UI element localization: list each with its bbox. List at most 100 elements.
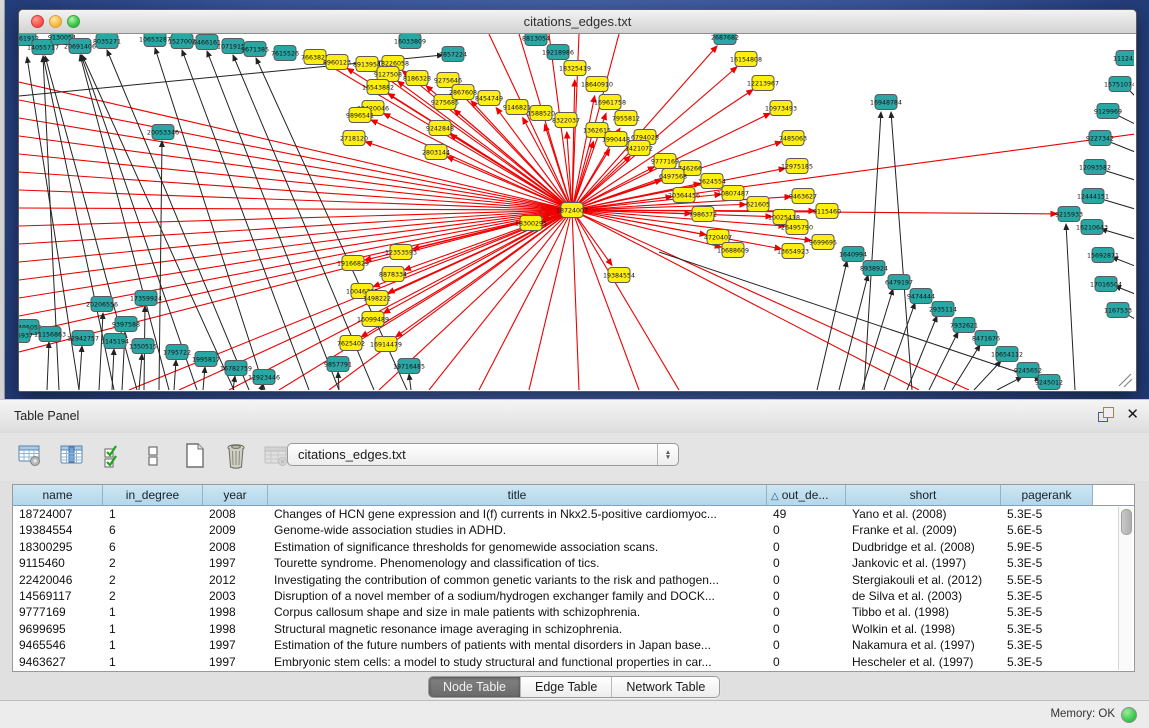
- graph-node[interactable]: 7625402: [337, 336, 365, 351]
- graph-node[interactable]: 10653287: [139, 34, 171, 47]
- graph-node[interactable]: 20691406: [64, 39, 96, 54]
- graph-node[interactable]: 2718120: [340, 131, 368, 146]
- graph-node[interactable]: 7932621: [950, 318, 978, 333]
- table-vertical-scrollbar[interactable]: [1118, 507, 1132, 670]
- graph-node[interactable]: 7857224: [439, 47, 467, 62]
- graph-node[interactable]: 8938924: [860, 261, 888, 276]
- column-header-pagerank[interactable]: pagerank: [1001, 485, 1093, 505]
- graph-node[interactable]: 15751074: [1104, 77, 1134, 92]
- graph-node[interactable]: 8186328: [403, 71, 431, 86]
- tab-edge-table[interactable]: Edge Table: [521, 677, 612, 697]
- graph-node[interactable]: 12942757: [67, 331, 99, 346]
- table-row[interactable]: 969969511998Structural magnetic resonanc…: [13, 621, 1134, 637]
- graph-node[interactable]: 12444151: [1077, 189, 1109, 204]
- graph-node[interactable]: 19218986: [542, 45, 574, 60]
- graph-node[interactable]: 8878334: [379, 267, 407, 282]
- graph-node[interactable]: 12353593: [385, 245, 417, 260]
- close-panel-icon[interactable]: ✕: [1126, 407, 1139, 423]
- column-header-out_degree[interactable]: △out_de...: [767, 485, 846, 505]
- graph-node[interactable]: 12923446: [248, 370, 280, 385]
- graph-node[interactable]: 2867608: [449, 85, 477, 100]
- graph-node[interactable]: 10807487: [717, 186, 749, 201]
- network-canvas[interactable]: 1661912140557179130054206914068035271106…: [19, 34, 1134, 390]
- graph-node[interactable]: 1990448: [602, 132, 630, 147]
- graph-node[interactable]: 11156863: [34, 327, 66, 342]
- table-selector-dropdown[interactable]: citations_edges.txt ▲▼: [287, 443, 679, 466]
- create-new-column-icon[interactable]: [180, 441, 210, 471]
- graph-node[interactable]: 8035271: [93, 34, 121, 49]
- graph-node[interactable]: 2687682: [711, 34, 739, 45]
- graph-node[interactable]: 15692871: [1087, 248, 1119, 263]
- table-row[interactable]: 1938455462009Genome-wide association stu…: [13, 522, 1134, 538]
- graph-node[interactable]: 9115460: [813, 204, 841, 219]
- graph-node[interactable]: 13654923: [777, 244, 809, 259]
- graph-node[interactable]: 621605: [746, 197, 770, 212]
- graph-node[interactable]: 16099489: [357, 312, 389, 327]
- table-row[interactable]: 911546021997Tourette syndrome. Phenomeno…: [13, 555, 1134, 571]
- graph-node[interactable]: 3624554: [698, 174, 726, 189]
- graph-node[interactable]: 16948784: [870, 95, 902, 110]
- graph-node[interactable]: 10973493: [765, 101, 797, 116]
- graph-node[interactable]: 8471676: [972, 331, 1000, 346]
- graph-node[interactable]: 7615526: [271, 46, 299, 61]
- graph-node[interactable]: 18724007: [556, 203, 588, 218]
- graph-node[interactable]: 8454749: [475, 91, 503, 106]
- graph-node[interactable]: 7986372: [689, 207, 717, 222]
- graph-node[interactable]: 1112431: [1113, 51, 1134, 66]
- graph-node[interactable]: 6479197: [885, 275, 913, 290]
- select-all-columns-icon[interactable]: [98, 441, 128, 471]
- graph-node[interactable]: 1421072: [625, 141, 653, 156]
- table-row[interactable]: 1872400712008Changes of HCN gene express…: [13, 506, 1134, 522]
- graph-node[interactable]: 9227342: [1086, 131, 1114, 146]
- graph-node[interactable]: 7485063: [779, 131, 807, 146]
- graph-node[interactable]: 9245652: [1014, 363, 1042, 378]
- graph-node[interactable]: 7955812: [612, 111, 640, 126]
- graph-node[interactable]: 16961758: [594, 95, 626, 110]
- graph-node[interactable]: 12093582: [1079, 160, 1111, 175]
- graph-node[interactable]: 1795722: [163, 345, 191, 360]
- graph-node[interactable]: 1145194: [101, 334, 129, 349]
- graph-node[interactable]: 18640910: [581, 77, 613, 92]
- table-row[interactable]: 1456911722003Disruption of a novel membe…: [13, 588, 1134, 604]
- graph-node[interactable]: 1588520: [527, 106, 555, 121]
- graph-node[interactable]: 17016504: [1090, 277, 1122, 292]
- graph-node[interactable]: 1167533: [1104, 303, 1132, 318]
- graph-node[interactable]: 26495790: [781, 220, 813, 235]
- graph-node[interactable]: 9463627: [789, 189, 817, 204]
- column-header-name[interactable]: name: [13, 485, 103, 505]
- float-panel-icon[interactable]: [1098, 407, 1114, 423]
- graph-node[interactable]: 9699695: [809, 235, 837, 250]
- graph-node[interactable]: 17359924: [130, 291, 162, 306]
- graph-node[interactable]: 10654112: [991, 347, 1023, 362]
- graph-node[interactable]: 9671385: [241, 42, 269, 57]
- node-table-body[interactable]: 1872400712008Changes of HCN gene express…: [13, 506, 1134, 670]
- graph-node[interactable]: 2935114: [929, 302, 957, 317]
- graph-node[interactable]: 20053346: [147, 125, 179, 140]
- graph-node[interactable]: 18300295: [515, 216, 547, 231]
- table-settings-icon[interactable]: [16, 441, 46, 471]
- column-header-title[interactable]: title: [268, 485, 767, 505]
- graph-node[interactable]: 1350515: [129, 339, 157, 354]
- graph-node[interactable]: 9474444: [907, 289, 935, 304]
- graph-node[interactable]: 20364456: [668, 188, 700, 203]
- graph-node[interactable]: 1995817: [192, 352, 220, 367]
- graph-node[interactable]: 16154808: [730, 52, 762, 67]
- graph-node[interactable]: 9857791: [324, 357, 352, 372]
- node-table[interactable]: namein_degreeyeartitle△out_de...shortpag…: [12, 484, 1135, 672]
- graph-node[interactable]: 19166829: [337, 256, 369, 271]
- network-window[interactable]: citations_edges.txt 16619121405571791300…: [18, 9, 1137, 392]
- scrollbar-thumb[interactable]: [1121, 509, 1132, 535]
- graph-node[interactable]: 2803144: [422, 145, 450, 160]
- graph-node[interactable]: 16210643: [1076, 220, 1108, 235]
- table-row[interactable]: 977716911998Corpus callosum shape and si…: [13, 604, 1134, 620]
- graph-node[interactable]: 18325419: [559, 61, 591, 76]
- graph-node[interactable]: 16914479: [370, 337, 402, 352]
- graph-node[interactable]: 8813054: [522, 34, 550, 46]
- graph-node[interactable]: 9242848: [426, 121, 454, 136]
- column-header-in_degree[interactable]: in_degree: [103, 485, 203, 505]
- graph-node[interactable]: 12213967: [747, 76, 779, 91]
- show-columns-icon[interactable]: [57, 441, 87, 471]
- graph-node[interactable]: 9777169: [651, 154, 679, 169]
- node-table-header-row[interactable]: namein_degreeyeartitle△out_de...shortpag…: [13, 485, 1134, 506]
- graph-node[interactable]: 20206556: [86, 297, 118, 312]
